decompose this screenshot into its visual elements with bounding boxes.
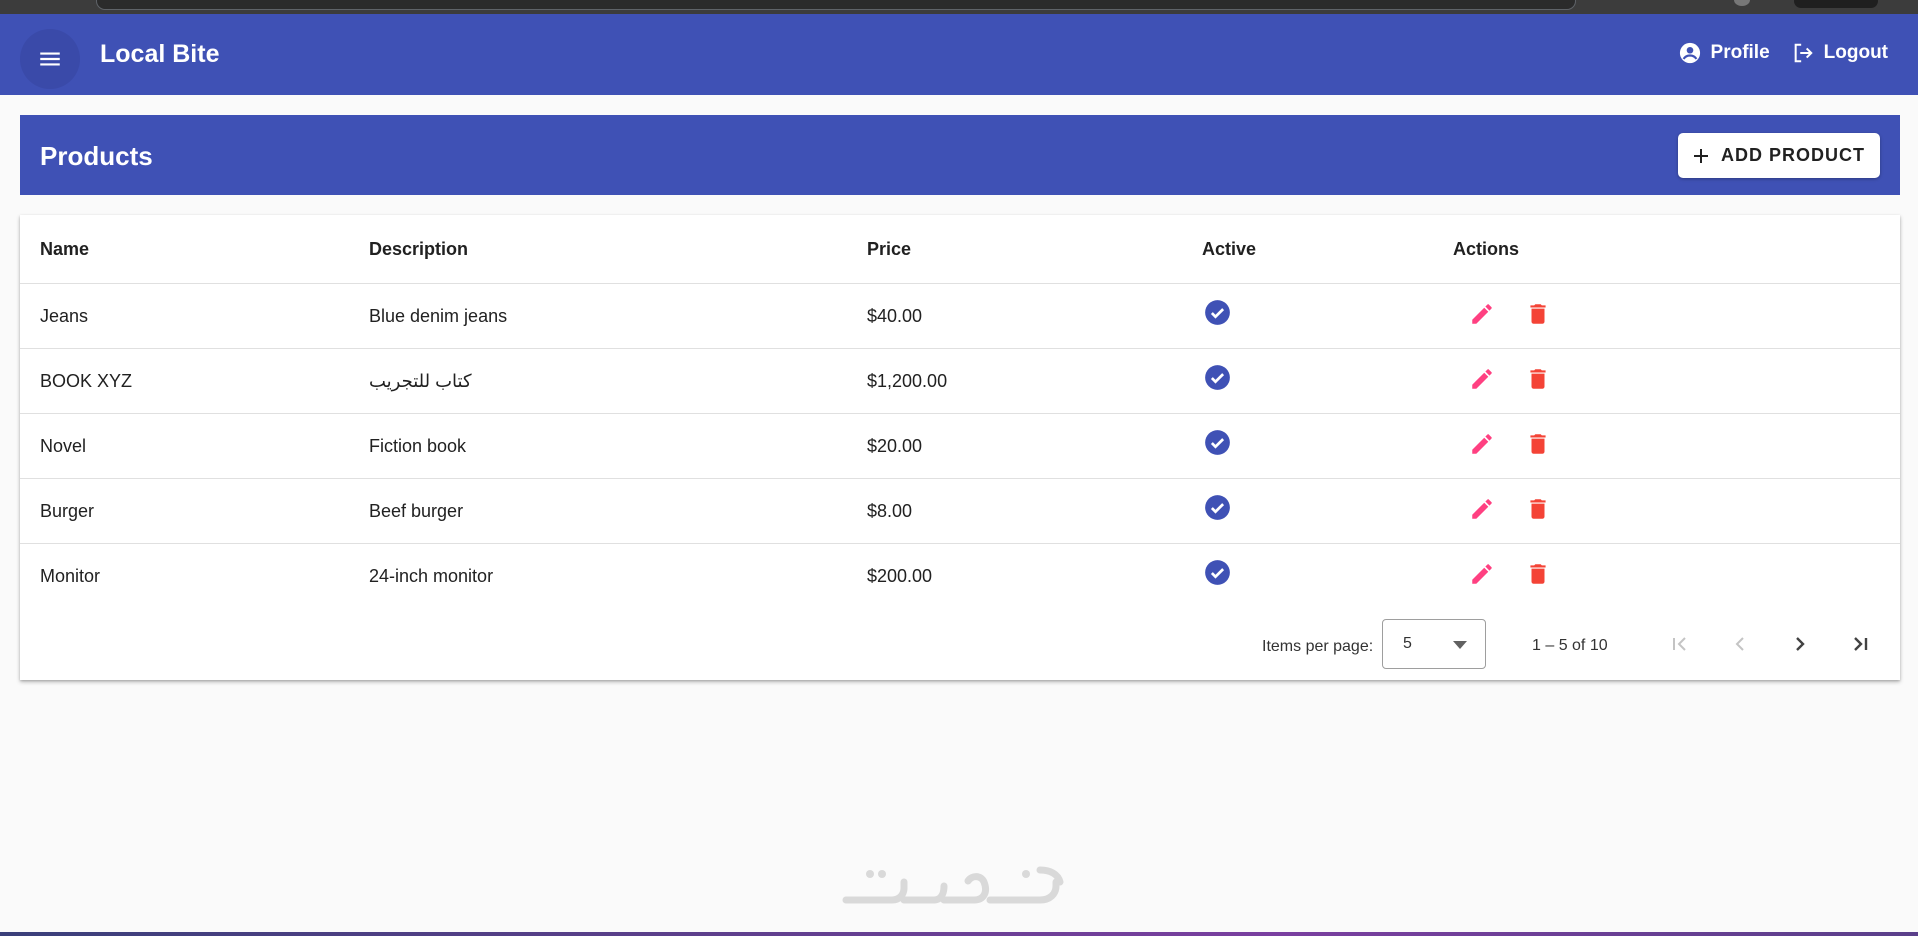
cell-active [1202,543,1453,608]
delete-button[interactable] [1525,496,1551,522]
cell-description: 24-inch monitor [369,543,867,608]
table-row: Novel Fiction book $20.00 [20,413,1900,479]
edit-button[interactable] [1469,366,1495,392]
trash-icon [1530,564,1546,584]
column-header-name[interactable]: Name [20,215,369,284]
cell-price: $40.00 [867,283,1202,349]
page-header: Products ADD PRODUCT [20,115,1900,195]
edit-button[interactable] [1469,496,1495,522]
profile-label: Profile [1710,42,1770,63]
next-page-icon[interactable] [1788,632,1812,656]
page-range-label: 1 – 5 of 10 [1532,637,1608,654]
cell-active [1202,348,1453,414]
column-header-price[interactable]: Price [867,215,1202,284]
pencil-icon [1472,434,1492,454]
check-circle-icon [1205,300,1230,326]
logout-label: Logout [1823,42,1888,63]
account-circle-icon [1679,42,1700,64]
trash-icon [1530,304,1546,324]
app-toolbar: Local Bite Profile Logout [0,14,1918,95]
items-per-page-label: Items per page: [1262,638,1374,655]
items-per-page-value: 5 [1403,635,1412,652]
toolbar-actions: Profile Logout [1679,42,1888,64]
table-row: Jeans Blue denim jeans $40.00 [20,283,1900,349]
browser-chrome-strip [0,0,1918,14]
last-page-icon[interactable] [1848,632,1872,656]
trash-icon [1530,434,1546,454]
column-header-description[interactable]: Description [369,215,867,284]
table-row: BOOK XYZ كتاب للتجريب $1,200.00 [20,348,1900,414]
delete-button[interactable] [1525,366,1551,392]
table-row: Burger Beef burger $8.00 [20,478,1900,544]
column-header-actions: Actions [1453,238,1520,259]
edit-button[interactable] [1469,431,1495,457]
paginator: Items per page: 5 1 – 5 of 10 [20,615,1900,680]
pencil-icon [1472,499,1492,519]
check-circle-icon [1205,430,1230,456]
pencil-icon [1472,369,1492,389]
profile-button[interactable]: Profile [1679,42,1770,64]
cell-actions [1453,543,1900,608]
trash-icon [1530,369,1546,389]
check-circle-icon [1205,365,1230,391]
cell-name: Novel [20,413,369,479]
delete-button[interactable] [1525,301,1551,327]
cell-active [1202,478,1453,544]
app-title: Local Bite [100,40,220,68]
logout-button[interactable]: Logout [1792,42,1888,64]
trash-icon [1530,499,1546,519]
check-circle-icon [1205,560,1230,586]
add-product-label: ADD PRODUCT [1721,145,1865,165]
cell-actions [1453,413,1900,479]
menu-icon [40,52,60,66]
edit-button[interactable] [1469,301,1495,327]
cell-actions [1453,348,1900,414]
cell-price: $1,200.00 [867,348,1202,414]
browser-address-bar[interactable] [96,0,1576,10]
cell-name: Monitor [20,543,369,608]
products-table: Name Description Price Active Actions Je… [20,215,1900,608]
cell-active [1202,413,1453,479]
delete-button[interactable] [1525,431,1551,457]
previous-page-icon[interactable] [1728,632,1752,656]
pencil-icon [1472,304,1492,324]
cell-price: $20.00 [867,413,1202,479]
table-row: Monitor 24-inch monitor $200.00 [20,543,1900,608]
check-circle-icon [1205,495,1230,521]
column-header-active[interactable]: Active [1202,215,1453,284]
edit-button[interactable] [1469,561,1495,587]
cell-price: $200.00 [867,543,1202,608]
cell-description: كتاب للتجريب [369,348,867,414]
bottom-edge-line [0,932,1918,936]
cell-actions [1453,478,1900,544]
cell-description: Fiction book [369,413,867,479]
delete-button[interactable] [1525,561,1551,587]
products-table-card: Name Description Price Active Actions Je… [20,215,1900,680]
cell-description: Beef burger [369,478,867,544]
cell-actions [1453,283,1900,349]
cell-name: Jeans [20,283,369,349]
watermark-logo [842,866,1064,904]
items-per-page-select[interactable]: 5 [1382,619,1486,669]
table-header-row: Name Description Price Active Actions [20,215,1900,284]
first-page-icon[interactable] [1668,632,1692,656]
cell-price: $8.00 [867,478,1202,544]
add-product-button[interactable]: ADD PRODUCT [1678,133,1880,178]
browser-extension-icon[interactable] [1794,0,1878,8]
page-title: Products [40,141,153,171]
logout-icon [1794,43,1813,63]
plus-icon [1694,148,1708,163]
cell-name: BOOK XYZ [20,348,369,414]
cell-active [1202,283,1453,349]
cell-name: Burger [20,478,369,544]
pencil-icon [1472,564,1492,584]
browser-profile-icon[interactable] [1734,0,1750,6]
cell-description: Blue denim jeans [369,283,867,349]
dropdown-arrow-icon [1453,641,1467,649]
menu-button[interactable] [20,29,80,89]
